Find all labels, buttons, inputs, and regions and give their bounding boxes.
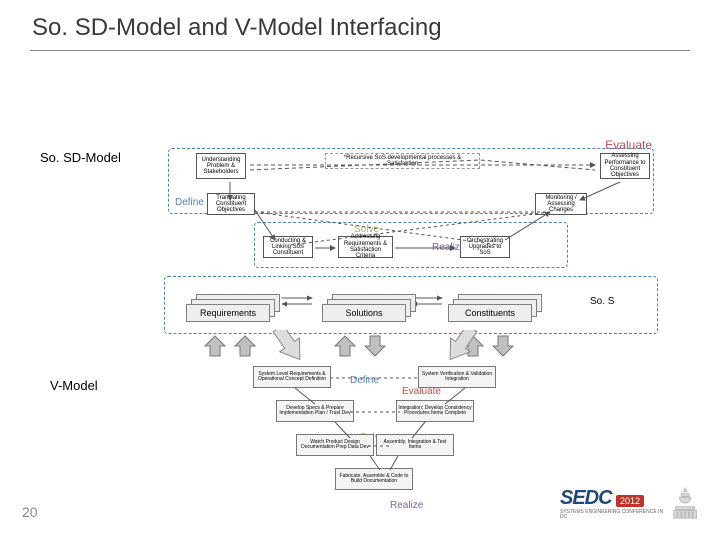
card-requirements: Requirements bbox=[186, 304, 270, 322]
page-title: So. SD-Model and V-Model Interfacing bbox=[32, 14, 442, 42]
brand-tagline: SYSTEMS ENGINEERING CONFERENCE IN DC bbox=[560, 510, 666, 520]
card-solutions: Solutions bbox=[322, 304, 406, 322]
title-divider bbox=[30, 50, 690, 51]
card-constituents: Constituents bbox=[448, 304, 532, 322]
page-number: 20 bbox=[22, 504, 38, 520]
stack-requirements: Requirements bbox=[186, 286, 282, 322]
connections-top bbox=[160, 140, 660, 280]
label-v-model: V-Model bbox=[50, 378, 98, 393]
brand-year: 2012 bbox=[616, 495, 644, 507]
brand-sedc: SEDC 2012 SYSTEMS ENGINEERING CONFERENCE… bbox=[560, 480, 700, 526]
label-sosd-model: So. SD-Model bbox=[40, 150, 121, 165]
brand-name: SEDC bbox=[560, 487, 612, 509]
label-sos: So. S bbox=[590, 296, 614, 307]
capitol-icon bbox=[670, 485, 700, 521]
stack-constituents: Constituents bbox=[448, 286, 544, 322]
big-flow bbox=[230, 330, 540, 400]
